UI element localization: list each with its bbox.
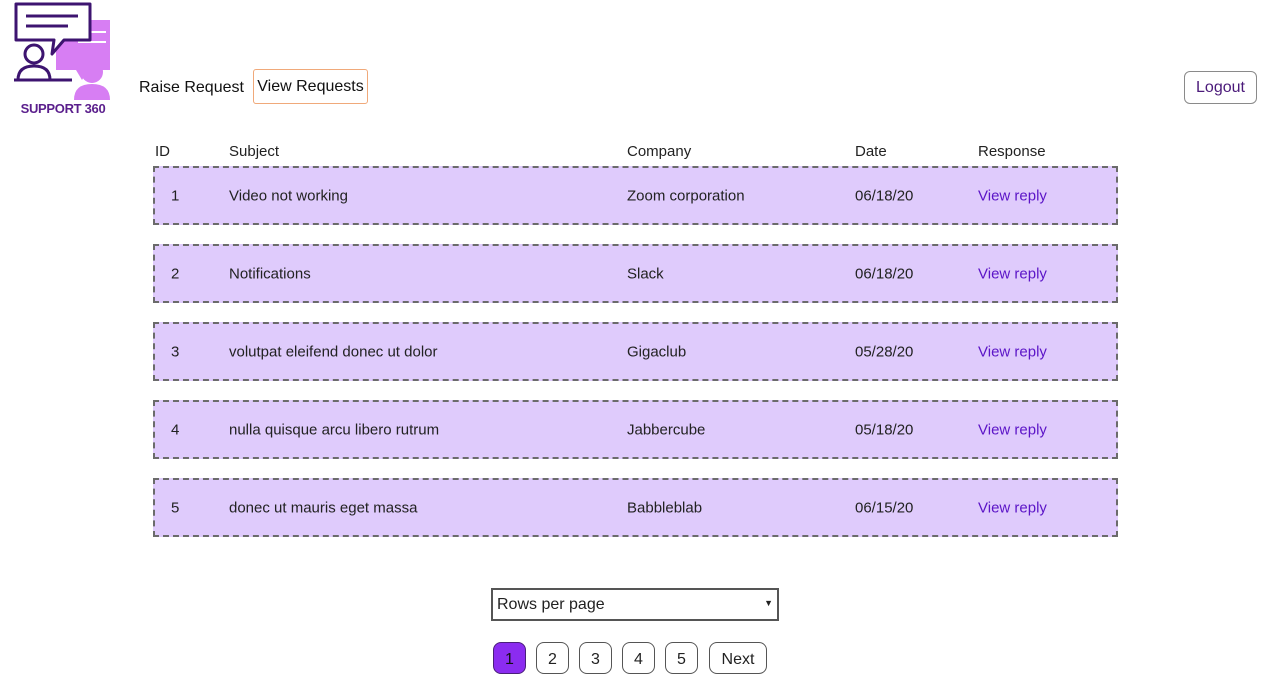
nav-raise-request[interactable]: Raise Request: [139, 79, 244, 97]
cell-id: 2: [171, 265, 180, 282]
cell-company: Babbleblab: [627, 499, 703, 516]
header-id: ID: [155, 143, 170, 160]
cell-id: 3: [171, 343, 180, 360]
logo[interactable]: SUPPORT 360: [12, 2, 114, 122]
cell-subject: volutpat eleifend donec ut dolor: [229, 343, 438, 360]
table-row: 1 Video not working Zoom corporation 06/…: [153, 166, 1118, 225]
page-button-1[interactable]: 1: [493, 642, 526, 674]
cell-id: 1: [171, 187, 180, 204]
header-subject: Subject: [229, 143, 280, 160]
cell-company: Slack: [627, 265, 664, 282]
view-reply-link[interactable]: View reply: [978, 421, 1047, 438]
table-row: 3 volutpat eleifend donec ut dolor Gigac…: [153, 322, 1118, 381]
cell-id: 5: [171, 499, 180, 516]
cell-date: 06/18/20: [855, 265, 914, 282]
page-button-3[interactable]: 3: [579, 642, 612, 674]
table-row: 5 donec ut mauris eget massa Babbleblab …: [153, 478, 1118, 537]
dropdown-arrow-icon: ▼: [764, 598, 773, 608]
header-company: Company: [627, 143, 692, 160]
table-header: ID Subject Company Date Response: [153, 143, 1118, 165]
header-response: Response: [978, 143, 1046, 160]
support-chat-icon: [14, 2, 110, 100]
view-reply-link[interactable]: View reply: [978, 343, 1047, 360]
logout-button[interactable]: Logout: [1184, 71, 1257, 104]
requests-table: ID Subject Company Date Response 1 Video…: [153, 143, 1118, 537]
page-button-4[interactable]: 4: [622, 642, 655, 674]
cell-company: Zoom corporation: [627, 187, 745, 204]
cell-company: Jabbercube: [627, 421, 706, 438]
header: SUPPORT 360 Raise Request View Requests …: [0, 0, 1273, 130]
page-button-2[interactable]: 2: [536, 642, 569, 674]
cell-subject: Video not working: [229, 187, 348, 204]
page-button-5[interactable]: 5: [665, 642, 698, 674]
cell-date: 05/28/20: [855, 343, 914, 360]
cell-id: 4: [171, 421, 180, 438]
table-row: 2 Notifications Slack 06/18/20 View repl…: [153, 244, 1118, 303]
nav-view-requests[interactable]: View Requests: [253, 69, 368, 104]
rows-per-page-select[interactable]: Rows per page ▼: [491, 588, 779, 621]
view-reply-link[interactable]: View reply: [978, 499, 1047, 516]
cell-date: 06/18/20: [855, 187, 914, 204]
view-reply-link[interactable]: View reply: [978, 187, 1047, 204]
cell-company: Gigaclub: [627, 343, 687, 360]
cell-date: 06/15/20: [855, 499, 914, 516]
view-reply-link[interactable]: View reply: [978, 265, 1047, 282]
logo-text: SUPPORT 360: [20, 101, 106, 116]
cell-date: 05/18/20: [855, 421, 914, 438]
next-page-button[interactable]: Next: [709, 642, 767, 674]
cell-subject: nulla quisque arcu libero rutrum: [229, 421, 440, 438]
cell-subject: Notifications: [229, 265, 311, 282]
cell-subject: donec ut mauris eget massa: [229, 499, 418, 516]
header-date: Date: [855, 143, 887, 160]
table-row: 4 nulla quisque arcu libero rutrum Jabbe…: [153, 400, 1118, 459]
rows-per-page-label: Rows per page: [497, 595, 605, 613]
